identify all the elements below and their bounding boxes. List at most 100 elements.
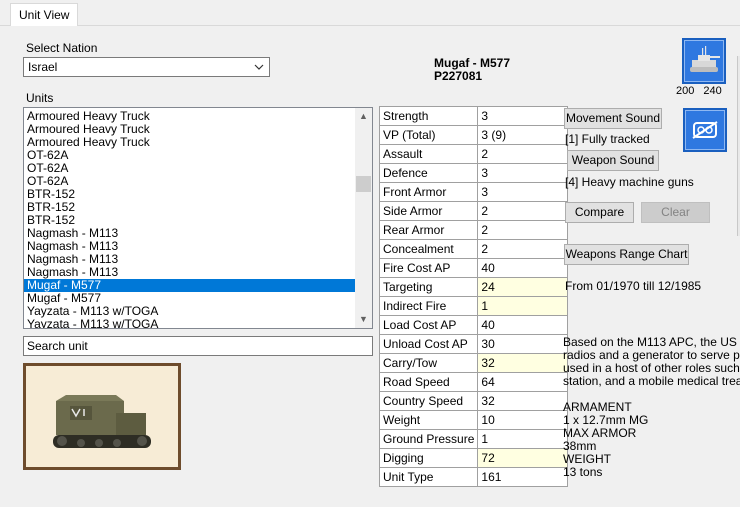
stat-row: Strength 3 (378, 106, 569, 126)
stat-row: Defence 3 (378, 163, 569, 183)
stat-name: Country Speed (378, 391, 479, 411)
unit-list-item[interactable]: OT-62A (24, 162, 355, 175)
stat-row: Weight 10 (378, 410, 569, 430)
stat-name: Unload Cost AP (378, 334, 479, 354)
stat-value: 2 (477, 220, 569, 240)
nation-select-value: Israel (28, 60, 58, 74)
stat-row: Concealment 2 (378, 239, 569, 259)
tank-silhouette-icon (690, 46, 720, 72)
unit-view-panel: Select Nation Israel Units Armoured Heav… (10, 26, 740, 507)
stat-name: Load Cost AP (378, 315, 479, 335)
stat-name: Digging (378, 448, 479, 468)
stat-value: 10 (477, 410, 569, 430)
service-dates-text: From 01/1970 till 12/1985 (565, 279, 702, 293)
unit-title: Mugaf - M577 P227081 (434, 57, 510, 83)
stat-value: 72 (477, 448, 569, 468)
description-line: 13 tons (563, 465, 603, 479)
counter-left-value: 200 (676, 85, 695, 97)
nation-select[interactable]: Israel (23, 57, 270, 77)
unit-list-item[interactable]: OT-62A (24, 149, 355, 162)
movement-sound-button[interactable]: Movement Sound (564, 108, 662, 129)
stat-row: Rear Armor 2 (378, 220, 569, 240)
stat-value: 64 (477, 372, 569, 392)
counter-values: 200 240 (676, 85, 736, 97)
stat-name: VP (Total) (378, 125, 479, 145)
unit-stats-table: Strength 3 VP (Total) 3 (9) Assault 2 Defence 3… (378, 106, 569, 487)
search-unit-input[interactable]: Search unit (23, 336, 373, 356)
units-list-items: Armoured Heavy Truck Armoured Heavy Truck… (24, 110, 355, 329)
counter-right-value: 240 (703, 85, 722, 97)
stat-value: 1 (477, 296, 569, 316)
units-listbox[interactable]: Armoured Heavy Truck Armoured Heavy Truck… (23, 107, 373, 329)
stat-name: Concealment (378, 239, 479, 259)
stat-name: Weight (378, 410, 479, 430)
stat-name: Defence (378, 163, 479, 183)
stat-name: Unit Type (378, 467, 479, 487)
no-radio-icon[interactable] (683, 108, 727, 152)
stat-name: Fire Cost AP (378, 258, 479, 278)
description-line: station, and a mobile medical treatmen (563, 374, 740, 388)
stat-value: 30 (477, 334, 569, 354)
stat-value: 161 (477, 467, 569, 487)
scroll-up-icon[interactable]: ▲ (355, 108, 372, 125)
stat-name: Rear Armor (378, 220, 479, 240)
stat-row: Indirect Fire 1 (378, 296, 569, 316)
description-lines: Based on the M113 APC, the US M577radios… (563, 336, 740, 479)
stat-name: Side Armor (378, 201, 479, 221)
stat-value: 40 (477, 258, 569, 278)
scroll-down-icon[interactable]: ▼ (355, 311, 372, 328)
unit-stats-body: Strength 3 VP (Total) 3 (9) Assault 2 Defence 3… (378, 106, 569, 487)
unit-image-frame (23, 363, 181, 470)
stat-value: 3 (477, 106, 569, 126)
select-nation-label: Select Nation (26, 41, 98, 55)
movement-type-text: [1] Fully tracked (565, 132, 650, 146)
search-unit-text: Search unit (27, 339, 88, 353)
unit-description: Based on the M113 APC, the US M577radios… (563, 310, 740, 505)
stat-row: Load Cost AP 40 (378, 315, 569, 335)
tab-bar: Unit View (0, 0, 740, 27)
stat-row: Carry/Tow 32 (378, 353, 569, 373)
stat-value: 32 (477, 353, 569, 373)
stat-name: Carry/Tow (378, 353, 479, 373)
stat-row: Fire Cost AP 40 (378, 258, 569, 278)
stat-value: 40 (477, 315, 569, 335)
units-scrollbar[interactable]: ▲ ▼ (355, 108, 372, 328)
tank-counter-icon[interactable] (682, 38, 726, 84)
stat-name: Ground Pressure (378, 429, 479, 449)
scroll-thumb[interactable] (356, 176, 371, 192)
stat-value: 1 (477, 429, 569, 449)
stat-value: 3 (9) (477, 125, 569, 145)
stat-row: Unload Cost AP 30 (378, 334, 569, 354)
unit-list-item[interactable]: Yayzata - M113 w/TOGA (24, 318, 355, 329)
stat-name: Targeting (378, 277, 479, 297)
clear-button[interactable]: Clear (641, 202, 710, 223)
weapon-type-text: [4] Heavy machine guns (565, 175, 694, 189)
stat-value: 2 (477, 201, 569, 221)
stat-name: Indirect Fire (378, 296, 479, 316)
stat-value: 3 (477, 182, 569, 202)
weapon-sound-button[interactable]: Weapon Sound (567, 150, 659, 171)
stat-row: Unit Type 161 (378, 467, 569, 487)
stat-value: 2 (477, 239, 569, 259)
weapons-range-chart-button[interactable]: Weapons Range Chart (564, 244, 689, 265)
stat-row: Assault 2 (378, 144, 569, 164)
tab-unit-view[interactable]: Unit View (10, 3, 79, 27)
stat-name: Front Armor (378, 182, 479, 202)
stat-name: Strength (378, 106, 479, 126)
unit-code: P227081 (434, 69, 483, 83)
stat-value: 3 (477, 163, 569, 183)
stat-row: Targeting 24 (378, 277, 569, 297)
stat-row: Side Armor 2 (378, 201, 569, 221)
stat-row: Country Speed 32 (378, 391, 569, 411)
chevron-down-icon (254, 64, 264, 70)
stat-value: 32 (477, 391, 569, 411)
compare-button[interactable]: Compare (565, 202, 634, 223)
stat-value: 2 (477, 144, 569, 164)
radio-crossed-icon (692, 121, 718, 139)
stat-name: Road Speed (378, 372, 479, 392)
stat-row: VP (Total) 3 (9) (378, 125, 569, 145)
stat-row: Front Armor 3 (378, 182, 569, 202)
unit-image (26, 366, 178, 467)
stat-row: Ground Pressure 1 (378, 429, 569, 449)
unit-list-item[interactable]: Armoured Heavy Truck (24, 136, 355, 149)
